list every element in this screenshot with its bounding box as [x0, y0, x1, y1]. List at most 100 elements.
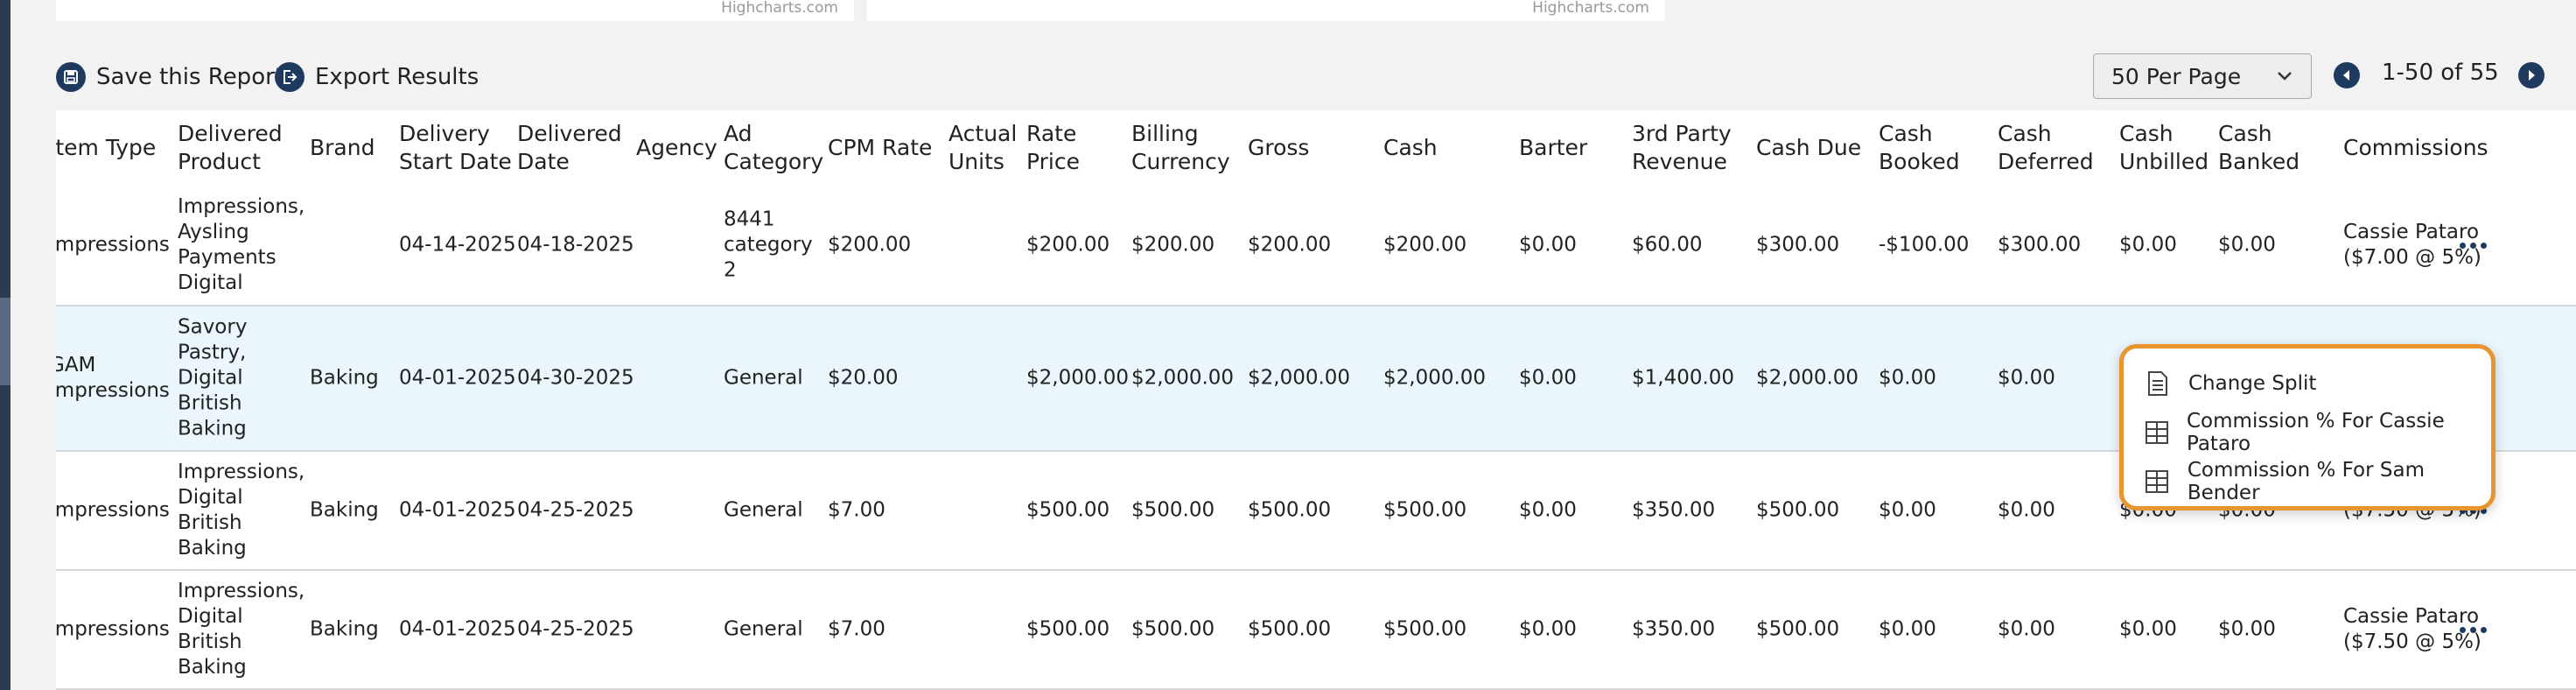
cell-barter: $0.00: [1519, 366, 1577, 390]
column-header-cash-unbilled[interactable]: Cash Unbilled: [2119, 120, 2208, 176]
cell-cash-booked: $0.00: [1879, 498, 1936, 522]
save-report-button[interactable]: Save this Report: [56, 60, 284, 95]
commission-sam-menu-item[interactable]: Commission % For Sam Bender: [2124, 457, 2491, 506]
cell-barter: $0.00: [1519, 498, 1577, 522]
cell-cpm-rate: $7.00: [828, 617, 886, 641]
cell-billing-currency: $2,000.00: [1131, 366, 1235, 390]
column-header-brand[interactable]: Brand: [310, 134, 374, 162]
cell-cpm-rate: $200.00: [828, 233, 912, 257]
column-header-rate-price[interactable]: Rate Price: [1026, 120, 1080, 176]
table-row[interactable]: Impressions Impressions, Digital British …: [56, 571, 2576, 690]
table-header: Item Type Delivered Product Brand Delivery …: [56, 110, 2576, 187]
save-report-label: Save this Report: [96, 64, 284, 90]
export-icon: [275, 62, 304, 92]
cell-billing-currency: $200.00: [1131, 233, 1215, 257]
cell-cash-booked: -$100.00: [1879, 233, 1970, 257]
cell-billing-currency: $500.00: [1131, 617, 1215, 641]
column-header-cash-banked[interactable]: Cash Banked: [2218, 120, 2300, 176]
cell-rate-price: $500.00: [1026, 617, 1110, 641]
document-icon: [2145, 370, 2171, 397]
cell-gross: $500.00: [1248, 617, 1332, 641]
row-more-actions-button[interactable]: [2453, 609, 2493, 650]
cell-cash-deferred: $0.00: [1998, 498, 2055, 522]
cell-item-type: Impressions: [56, 233, 170, 257]
cell-delivered-date: 04-18-2025: [517, 233, 634, 257]
cell-delivered-product: Impressions, Aysling Payments Digital: [178, 195, 305, 294]
left-rail-handle[interactable]: [0, 298, 10, 385]
column-header-agency[interactable]: Agency: [636, 134, 718, 162]
cell-cash-booked: $0.00: [1879, 617, 1936, 641]
cell-gross: $2,000.00: [1248, 366, 1351, 390]
chart-credit[interactable]: Highcharts.com: [721, 0, 838, 17]
cell-cash-due: $500.00: [1756, 498, 1840, 522]
column-header-cash-due[interactable]: Cash Due: [1756, 134, 1861, 162]
chart-panel-1: Highcharts.com: [56, 0, 854, 21]
column-header-billing-currency[interactable]: Billing Currency: [1131, 120, 1230, 176]
cell-cpm-rate: $20.00: [828, 366, 899, 390]
export-results-button[interactable]: Export Results: [275, 60, 479, 95]
column-header-barter[interactable]: Barter: [1519, 134, 1587, 162]
cell-cash: $2,000.00: [1383, 366, 1487, 390]
menu-item-label: Commission % For Cassie Pataro: [2187, 410, 2445, 455]
cell-cash-due: $500.00: [1756, 617, 1840, 641]
column-header-cpm-rate[interactable]: CPM Rate: [828, 134, 932, 162]
cell-barter: $0.00: [1519, 617, 1577, 641]
menu-item-label: Change Split: [2188, 372, 2317, 395]
next-page-button[interactable]: [2518, 62, 2544, 88]
left-rail: [0, 0, 10, 690]
cell-delivery-start-date: 04-01-2025: [399, 498, 516, 522]
more-dot-icon: [2459, 242, 2466, 249]
cell-item-type: GAM Impressions: [56, 354, 170, 402]
cell-cash: $500.00: [1383, 617, 1467, 641]
save-icon: [56, 62, 86, 92]
cell-3rd-party-revenue: $1,400.00: [1632, 366, 1735, 390]
cell-billing-currency: $500.00: [1131, 498, 1215, 522]
column-header-cash-deferred[interactable]: Cash Deferred: [1998, 120, 2094, 176]
commission-cassie-menu-item[interactable]: Commission % For Cassie Pataro: [2124, 408, 2491, 457]
table-grid-icon: [2145, 419, 2169, 446]
cell-cash-banked: $0.00: [2218, 617, 2276, 641]
cell-delivery-start-date: 04-14-2025: [399, 233, 516, 257]
cell-delivered-product: Impressions, Digital British Baking: [178, 461, 305, 560]
more-dot-icon: [2480, 242, 2487, 249]
chart-credit[interactable]: Highcharts.com: [1532, 0, 1649, 17]
row-more-actions-button[interactable]: [2453, 225, 2493, 265]
change-split-menu-item[interactable]: Change Split: [2124, 359, 2491, 408]
cell-cash-due: $300.00: [1756, 233, 1840, 257]
chevron-left-icon: [2343, 70, 2349, 81]
column-header-cash-booked[interactable]: Cash Booked: [1879, 120, 1960, 176]
cell-cash-deferred: $300.00: [1998, 233, 2082, 257]
cell-3rd-party-revenue: $350.00: [1632, 617, 1716, 641]
column-header-gross[interactable]: Gross: [1248, 134, 1309, 162]
column-header-commissions[interactable]: Commissions: [2343, 134, 2488, 162]
column-header-ad-category[interactable]: Ad Category: [724, 120, 823, 176]
export-results-label: Export Results: [315, 64, 480, 90]
chevron-down-icon: [2278, 72, 2292, 81]
column-header-3rd-party-revenue[interactable]: 3rd Party Revenue: [1632, 120, 1732, 176]
cell-cash: $500.00: [1383, 498, 1467, 522]
cell-delivered-date: 04-25-2025: [517, 617, 634, 641]
chart-panel-2: Highcharts.com: [867, 0, 1665, 21]
column-header-cash[interactable]: Cash: [1383, 134, 1438, 162]
cell-cash-booked: $0.00: [1879, 366, 1936, 390]
cell-ad-category: General: [724, 366, 803, 390]
table-row[interactable]: Impressions Impressions, Aysling Payments…: [56, 186, 2576, 306]
table-grid-icon: [2145, 468, 2170, 495]
per-page-select[interactable]: 50 Per Page: [2093, 53, 2312, 99]
cell-3rd-party-revenue: $60.00: [1632, 233, 1703, 257]
cell-cash-deferred: $0.00: [1998, 617, 2055, 641]
column-header-actual-units[interactable]: Actual Units: [948, 120, 1017, 176]
column-header-delivery-start-date[interactable]: Delivery Start Date: [399, 120, 512, 176]
cell-rate-price: $2,000.00: [1026, 366, 1130, 390]
menu-item-label: Commission % For Sam Bender: [2187, 459, 2425, 504]
cell-brand: Baking: [310, 498, 379, 522]
cell-cash-due: $2,000.00: [1756, 366, 1859, 390]
column-header-item-type[interactable]: Item Type: [56, 134, 156, 162]
per-page-value: 50 Per Page: [2111, 63, 2242, 89]
cell-delivered-product: Savory Pastry, Digital British Baking: [178, 315, 248, 440]
column-header-delivered-product[interactable]: Delivered Product: [178, 120, 283, 176]
cell-item-type: Impressions: [56, 617, 170, 641]
cell-brand: Baking: [310, 366, 379, 390]
column-header-delivered-date[interactable]: Delivered Date: [517, 120, 622, 176]
previous-page-button[interactable]: [2334, 62, 2360, 88]
